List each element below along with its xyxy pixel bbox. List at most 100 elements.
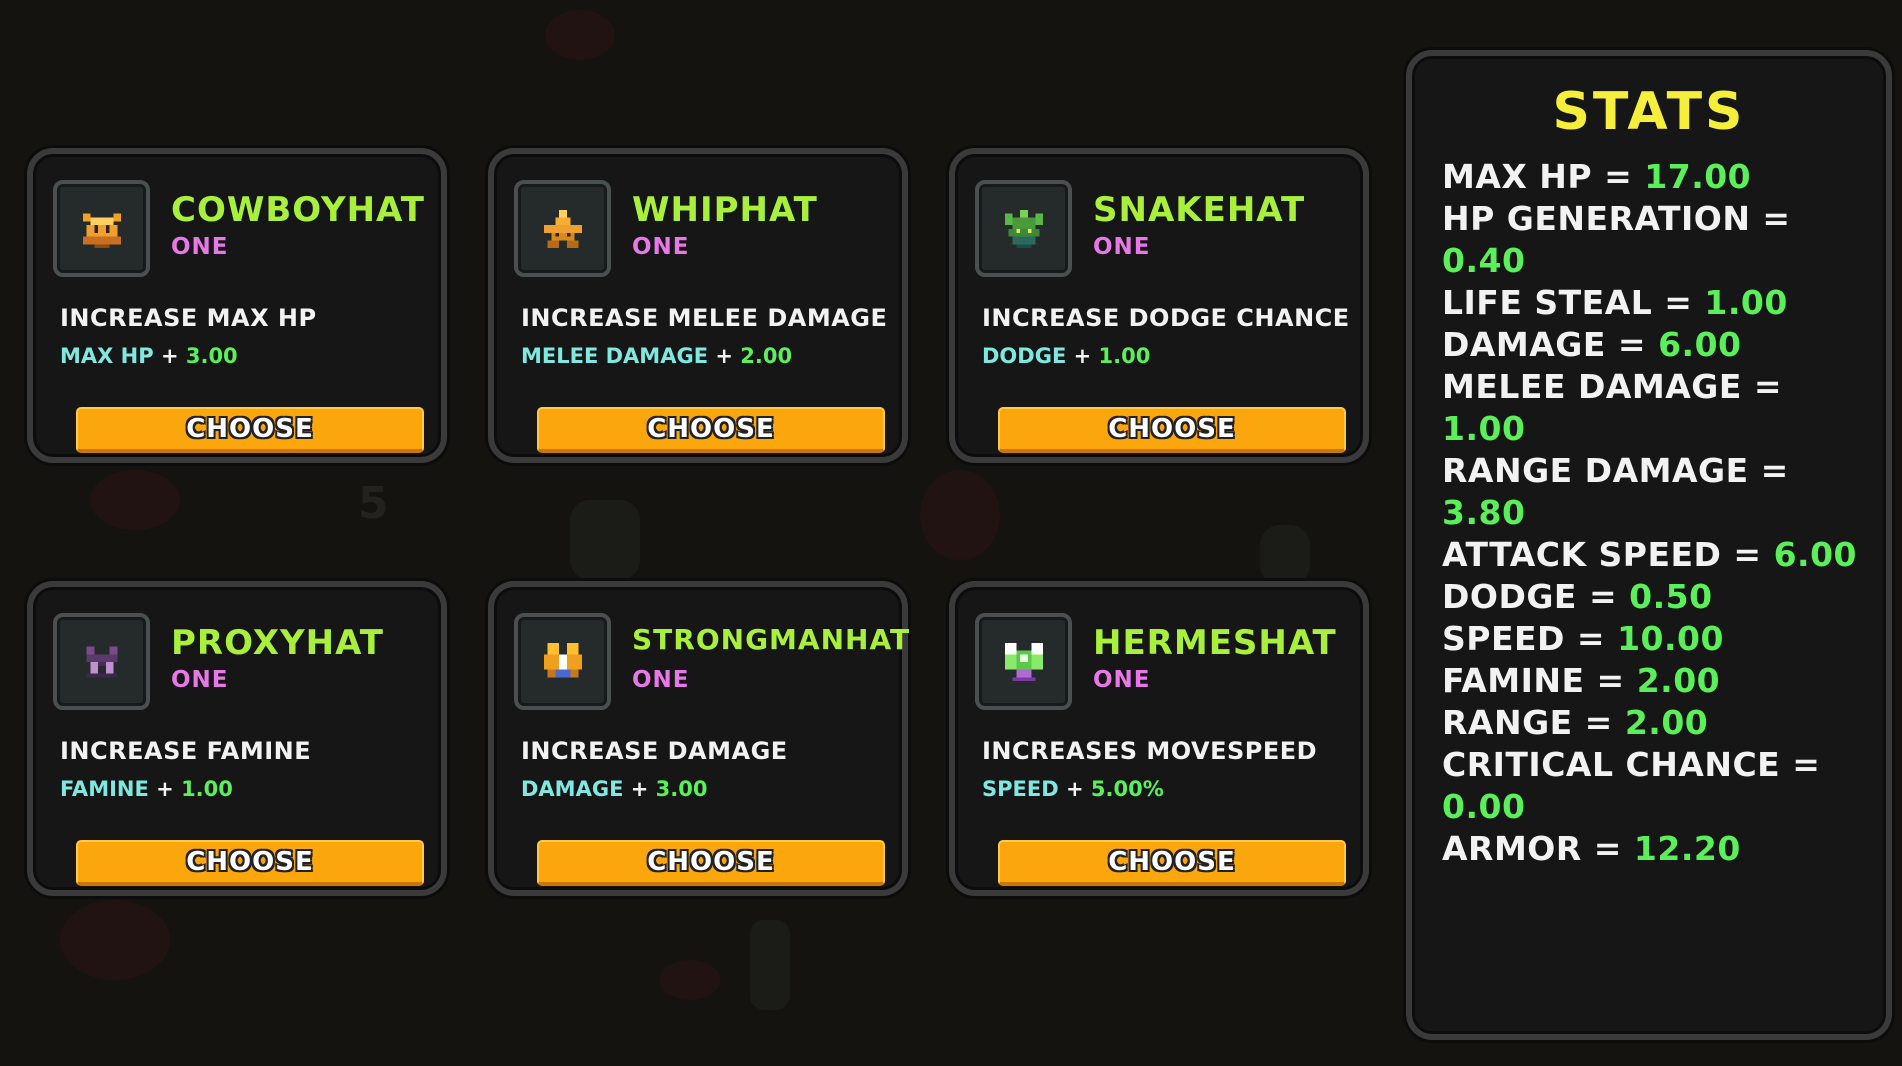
stat-value: 1.00 [1704,283,1788,322]
upgrade-card-whiphat: WHIPHAT ONE INCREASE MELEE DAMAGE MELEE … [488,148,908,463]
strongmanhat-icon [543,642,583,678]
item-tier: ONE [1093,667,1151,693]
upgrade-card-snakehat: SNAKEHAT ONE INCREASE DODGE CHANCE DODGE… [949,148,1369,463]
stat-value: 12.20 [1633,829,1741,868]
blood-splat [920,470,1000,560]
choose-button[interactable]: CHOOSE [537,407,885,453]
stat-critical-chance: CRITICAL CHANCE = 0.00 [1442,744,1872,828]
effect-operator: + [630,777,649,801]
stat-label: MAX HP = [1442,157,1633,196]
stat-label: SPEED = [1442,619,1606,658]
stat-label: HP GENERATION = [1442,199,1791,238]
background-number: 5 [358,478,389,529]
enemy-silhouette [750,920,790,1010]
blood-splat [545,10,615,60]
stat-label: FAMINE = [1442,661,1625,700]
effect-operator: + [715,344,733,368]
proxyhat-icon [86,646,118,678]
stat-label: RANGE DAMAGE = [1442,451,1789,490]
item-tier: ONE [1093,234,1151,260]
choose-button[interactable]: CHOOSE [76,407,424,453]
stat-life-steal: LIFE STEAL = 1.00 [1442,282,1872,324]
enemy-silhouette [570,500,640,580]
item-description: INCREASE MAX HP [60,304,317,332]
snakehat-icon [1004,209,1044,249]
upgrade-card-strongmanhat: STRONGMANHAT ONE INCREASE DAMAGE DAMAGE … [488,581,911,896]
blood-splat [90,470,180,530]
stat-label: MELEE DAMAGE = [1442,367,1783,406]
effect-operator: + [1073,344,1092,368]
choose-button[interactable]: CHOOSE [537,840,885,886]
item-tier: ONE [632,667,690,693]
item-description: INCREASE DAMAGE [521,737,788,765]
upgrade-card-cowboyhat: COWBOYHAT ONE INCREASE MAX HP MAX HP + 3… [27,148,447,463]
stat-value: 2.00 [1624,703,1709,742]
item-name: WHIPHAT [632,190,818,230]
item-name: HERMESHAT [1093,623,1337,663]
effect-stat: MELEE DAMAGE [521,344,709,368]
stat-label: DAMAGE = [1442,325,1647,364]
effect-value: 2.00 [740,344,793,368]
stat-value: 0.50 [1629,577,1713,616]
item-tier: ONE [171,234,229,260]
stat-max-hp: MAX HP = 17.00 [1442,156,1872,198]
stat-armor: ARMOR = 12.20 [1442,828,1872,870]
stat-value: 10.00 [1617,619,1724,658]
blood-splat [660,960,720,1000]
item-tier: ONE [632,234,690,260]
item-description: INCREASE DODGE CHANCE [982,304,1350,332]
item-effect: DODGE + 1.00 [982,344,1150,368]
stat-speed: SPEED = 10.00 [1442,618,1872,660]
effect-value: 1.00 [181,777,233,801]
hermeshat-icon [1004,642,1044,682]
stat-melee-damage: MELEE DAMAGE = 1.00 [1442,366,1872,450]
item-name: SNAKEHAT [1093,190,1306,230]
item-icon-frame [975,180,1072,277]
stat-hp-generation: HP GENERATION = 0.40 [1442,198,1872,282]
effect-operator: + [160,344,179,368]
effect-value: 3.00 [185,344,238,368]
item-description: INCREASE FAMINE [60,737,312,765]
stat-value: 17.00 [1644,157,1752,196]
stat-range-damage: RANGE DAMAGE = 3.80 [1442,450,1872,534]
effect-operator: + [1065,777,1084,801]
item-effect: DAMAGE + 3.00 [521,777,707,801]
stat-value: 2.00 [1636,661,1721,700]
effect-value: 3.00 [655,777,708,801]
effect-operator: + [156,777,174,801]
choose-button[interactable]: CHOOSE [998,840,1346,886]
stats-panel: STATS MAX HP = 17.00 HP GENERATION = 0.4… [1406,50,1892,1040]
choose-button[interactable]: CHOOSE [76,840,424,886]
stat-range: RANGE = 2.00 [1442,702,1872,744]
item-description: INCREASES MOVESPEED [982,737,1318,765]
stat-damage: DAMAGE = 6.00 [1442,324,1872,366]
effect-stat: FAMINE [60,777,149,801]
item-effect: FAMINE + 1.00 [60,777,233,801]
upgrade-card-proxyhat: PROXYHAT ONE INCREASE FAMINE FAMINE + 1.… [27,581,447,896]
item-description: INCREASE MELEE DAMAGE [521,304,888,332]
item-icon-frame [514,613,611,710]
upgrade-card-hermeshat: HERMESHAT ONE INCREASES MOVESPEED SPEED … [949,581,1369,896]
item-icon-frame [514,180,611,277]
enemy-silhouette [1260,525,1310,585]
choose-button[interactable]: CHOOSE [998,407,1346,453]
stat-label: DODGE = [1442,577,1618,616]
blood-splat [60,900,170,980]
stats-title: STATS [1552,82,1746,142]
stat-dodge: DODGE = 0.50 [1442,576,1872,618]
stat-label: ATTACK SPEED = [1442,535,1762,574]
stat-value: 6.00 [1773,535,1858,574]
item-effect: MAX HP + 3.00 [60,344,238,368]
stat-label: RANGE = [1442,703,1613,742]
cowboyhat-icon [82,213,122,249]
stat-value: 0.00 [1442,787,1526,826]
item-name: STRONGMANHAT [632,623,911,656]
item-name: PROXYHAT [171,623,384,663]
item-tier: ONE [171,667,229,693]
whiphat-icon [543,209,583,249]
item-effect: MELEE DAMAGE + 2.00 [521,344,792,368]
item-icon-frame [975,613,1072,710]
stats-list: MAX HP = 17.00 HP GENERATION = 0.40 LIFE… [1442,156,1872,870]
effect-value: 5.00% [1090,777,1164,801]
stat-label: ARMOR = [1442,829,1622,868]
